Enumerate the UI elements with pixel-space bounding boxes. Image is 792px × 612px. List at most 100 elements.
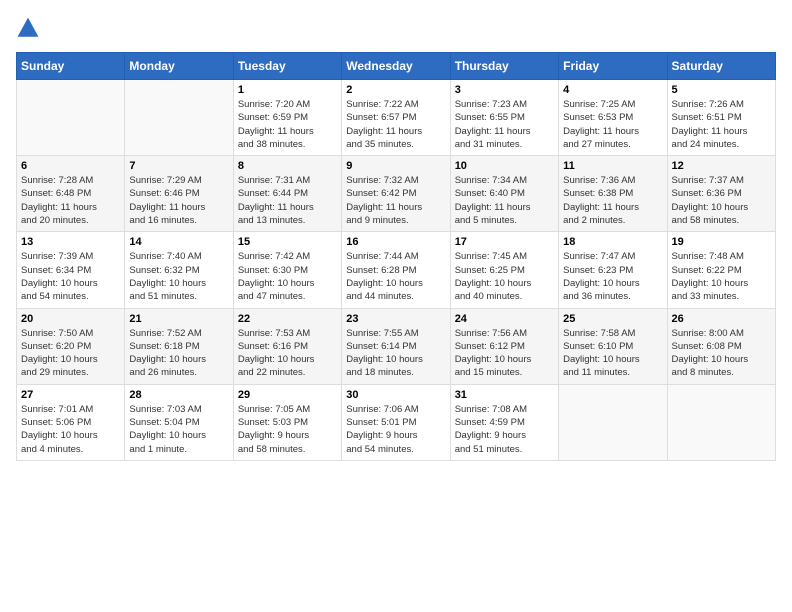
day-info: Sunrise: 8:00 AMSunset: 6:08 PMDaylight:… (672, 327, 771, 380)
day-info: Sunrise: 7:08 AMSunset: 4:59 PMDaylight:… (455, 403, 554, 456)
day-info: Sunrise: 7:40 AMSunset: 6:32 PMDaylight:… (129, 250, 228, 303)
day-number: 7 (129, 160, 228, 172)
calendar-cell: 31 Sunrise: 7:08 AMSunset: 4:59 PMDayligh… (450, 384, 558, 460)
day-info: Sunrise: 7:48 AMSunset: 6:22 PMDaylight:… (672, 250, 771, 303)
day-number: 20 (21, 313, 120, 325)
day-number: 26 (672, 313, 771, 325)
calendar-cell: 25 Sunrise: 7:58 AMSunset: 6:10 PMDayligh… (559, 308, 667, 384)
day-number: 4 (563, 84, 662, 96)
day-number: 11 (563, 160, 662, 172)
weekday-header-tuesday: Tuesday (233, 53, 341, 80)
day-info: Sunrise: 7:56 AMSunset: 6:12 PMDaylight:… (455, 327, 554, 380)
week-row-4: 20 Sunrise: 7:50 AMSunset: 6:20 PMDayligh… (17, 308, 776, 384)
day-info: Sunrise: 7:47 AMSunset: 6:23 PMDaylight:… (563, 250, 662, 303)
day-number: 14 (129, 236, 228, 248)
day-info: Sunrise: 7:20 AMSunset: 6:59 PMDaylight:… (238, 98, 337, 151)
calendar-cell: 19 Sunrise: 7:48 AMSunset: 6:22 PMDayligh… (667, 232, 775, 308)
week-row-1: 1 Sunrise: 7:20 AMSunset: 6:59 PMDaylight… (17, 80, 776, 156)
day-info: Sunrise: 7:36 AMSunset: 6:38 PMDaylight:… (563, 174, 662, 227)
day-info: Sunrise: 7:45 AMSunset: 6:25 PMDaylight:… (455, 250, 554, 303)
calendar-cell (125, 80, 233, 156)
weekday-header-thursday: Thursday (450, 53, 558, 80)
day-number: 13 (21, 236, 120, 248)
calendar-cell: 10 Sunrise: 7:34 AMSunset: 6:40 PMDayligh… (450, 156, 558, 232)
day-info: Sunrise: 7:53 AMSunset: 6:16 PMDaylight:… (238, 327, 337, 380)
day-number: 1 (238, 84, 337, 96)
day-info: Sunrise: 7:39 AMSunset: 6:34 PMDaylight:… (21, 250, 120, 303)
day-info: Sunrise: 7:01 AMSunset: 5:06 PMDaylight:… (21, 403, 120, 456)
calendar-cell: 1 Sunrise: 7:20 AMSunset: 6:59 PMDaylight… (233, 80, 341, 156)
day-info: Sunrise: 7:28 AMSunset: 6:48 PMDaylight:… (21, 174, 120, 227)
day-number: 2 (346, 84, 445, 96)
calendar-cell: 3Sunrise: 7:23 AMSunset: 6:55 PMDaylight… (450, 80, 558, 156)
week-row-5: 27 Sunrise: 7:01 AMSunset: 5:06 PMDayligh… (17, 384, 776, 460)
day-info: Sunrise: 7:44 AMSunset: 6:28 PMDaylight:… (346, 250, 445, 303)
day-number: 16 (346, 236, 445, 248)
day-number: 24 (455, 313, 554, 325)
day-number: 22 (238, 313, 337, 325)
day-info: Sunrise: 7:50 AMSunset: 6:20 PMDaylight:… (21, 327, 120, 380)
day-number: 19 (672, 236, 771, 248)
calendar-cell: 28 Sunrise: 7:03 AMSunset: 5:04 PMDayligh… (125, 384, 233, 460)
weekday-header-sunday: Sunday (17, 53, 125, 80)
calendar-cell: 6 Sunrise: 7:28 AMSunset: 6:48 PMDaylight… (17, 156, 125, 232)
day-info: Sunrise: 7:03 AMSunset: 5:04 PMDaylight:… (129, 403, 228, 456)
day-number: 8 (238, 160, 337, 172)
day-number: 28 (129, 389, 228, 401)
calendar-cell: 22 Sunrise: 7:53 AMSunset: 6:16 PMDayligh… (233, 308, 341, 384)
day-info: Sunrise: 7:22 AMSunset: 6:57 PMDaylight:… (346, 98, 445, 151)
logo-icon (16, 16, 40, 40)
calendar-cell (559, 384, 667, 460)
page-header (16, 16, 776, 40)
day-info: Sunrise: 7:31 AMSunset: 6:44 PMDaylight:… (238, 174, 337, 227)
calendar-cell: 8 Sunrise: 7:31 AMSunset: 6:44 PMDaylight… (233, 156, 341, 232)
day-number: 29 (238, 389, 337, 401)
calendar-cell: 23 Sunrise: 7:55 AMSunset: 6:14 PMDayligh… (342, 308, 450, 384)
day-info: Sunrise: 7:55 AMSunset: 6:14 PMDaylight:… (346, 327, 445, 380)
calendar-cell: 20 Sunrise: 7:50 AMSunset: 6:20 PMDayligh… (17, 308, 125, 384)
calendar-cell: 24 Sunrise: 7:56 AMSunset: 6:12 PMDayligh… (450, 308, 558, 384)
calendar-cell (667, 384, 775, 460)
day-number: 31 (455, 389, 554, 401)
day-info: Sunrise: 7:58 AMSunset: 6:10 PMDaylight:… (563, 327, 662, 380)
day-info: Sunrise: 7:42 AMSunset: 6:30 PMDaylight:… (238, 250, 337, 303)
day-number: 23 (346, 313, 445, 325)
day-number: 3 (455, 84, 554, 96)
calendar-cell: 26 Sunrise: 8:00 AMSunset: 6:08 PMDayligh… (667, 308, 775, 384)
day-number: 12 (672, 160, 771, 172)
day-info: Sunrise: 7:26 AMSunset: 6:51 PMDaylight:… (672, 98, 771, 151)
logo (16, 16, 44, 40)
calendar-cell: 12 Sunrise: 7:37 AMSunset: 6:36 PMDayligh… (667, 156, 775, 232)
day-number: 18 (563, 236, 662, 248)
calendar-cell: 29 Sunrise: 7:05 AMSunset: 5:03 PMDayligh… (233, 384, 341, 460)
calendar-cell: 2 Sunrise: 7:22 AMSunset: 6:57 PMDaylight… (342, 80, 450, 156)
weekday-header-friday: Friday (559, 53, 667, 80)
day-number: 5 (672, 84, 771, 96)
day-info: Sunrise: 7:05 AMSunset: 5:03 PMDaylight:… (238, 403, 337, 456)
calendar-cell: 9Sunrise: 7:32 AMSunset: 6:42 PMDaylight… (342, 156, 450, 232)
calendar-cell: 16 Sunrise: 7:44 AMSunset: 6:28 PMDayligh… (342, 232, 450, 308)
day-info: Sunrise: 7:37 AMSunset: 6:36 PMDaylight:… (672, 174, 771, 227)
day-number: 27 (21, 389, 120, 401)
calendar-cell: 18 Sunrise: 7:47 AMSunset: 6:23 PMDayligh… (559, 232, 667, 308)
day-number: 17 (455, 236, 554, 248)
calendar-cell: 30Sunrise: 7:06 AMSunset: 5:01 PMDayligh… (342, 384, 450, 460)
calendar-cell: 17 Sunrise: 7:45 AMSunset: 6:25 PMDayligh… (450, 232, 558, 308)
day-number: 30 (346, 389, 445, 401)
day-number: 15 (238, 236, 337, 248)
weekday-header-row: SundayMondayTuesdayWednesdayThursdayFrid… (17, 53, 776, 80)
calendar-cell: 7 Sunrise: 7:29 AMSunset: 6:46 PMDaylight… (125, 156, 233, 232)
calendar-cell: 5 Sunrise: 7:26 AMSunset: 6:51 PMDaylight… (667, 80, 775, 156)
day-number: 10 (455, 160, 554, 172)
weekday-header-saturday: Saturday (667, 53, 775, 80)
calendar-cell: 15 Sunrise: 7:42 AMSunset: 6:30 PMDayligh… (233, 232, 341, 308)
calendar-cell: 27 Sunrise: 7:01 AMSunset: 5:06 PMDayligh… (17, 384, 125, 460)
day-number: 21 (129, 313, 228, 325)
day-info: Sunrise: 7:29 AMSunset: 6:46 PMDaylight:… (129, 174, 228, 227)
day-number: 25 (563, 313, 662, 325)
day-number: 6 (21, 160, 120, 172)
day-info: Sunrise: 7:34 AMSunset: 6:40 PMDaylight:… (455, 174, 554, 227)
calendar-cell: 13 Sunrise: 7:39 AMSunset: 6:34 PMDayligh… (17, 232, 125, 308)
calendar-cell (17, 80, 125, 156)
calendar-cell: 21Sunrise: 7:52 AMSunset: 6:18 PMDayligh… (125, 308, 233, 384)
